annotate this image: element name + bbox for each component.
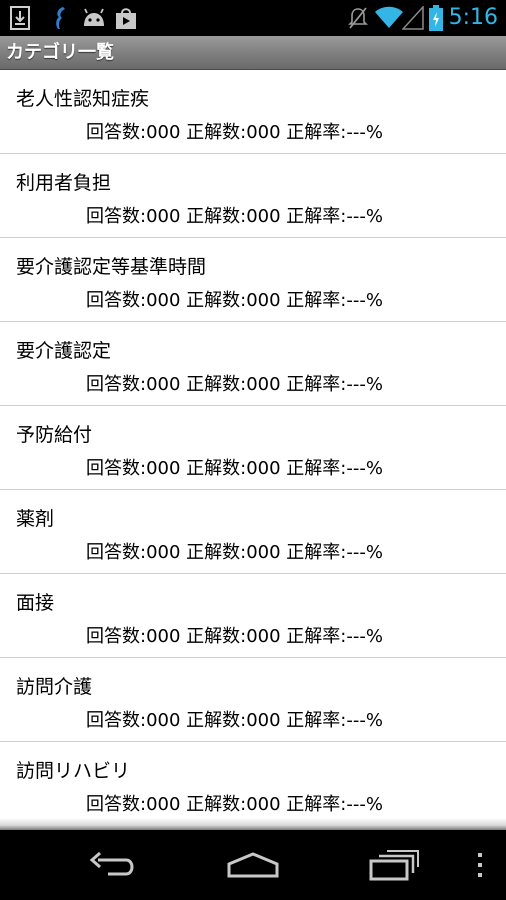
- category-stats: 回答数:000 正解数:000 正解率:---%: [86, 122, 383, 143]
- list-item[interactable]: 面接 回答数:000 正解数:000 正解率:---%: [0, 574, 506, 658]
- back-icon[interactable]: [80, 845, 144, 885]
- notification-app-icon: [48, 6, 72, 30]
- category-stats: 回答数:000 正解数:000 正解率:---%: [86, 458, 383, 479]
- wifi-icon: [374, 6, 404, 30]
- title-bar: カテゴリ一覧: [0, 36, 506, 70]
- list-edge-shadow: [0, 818, 506, 830]
- page-title: カテゴリ一覧: [6, 42, 114, 63]
- list-item[interactable]: 老人性認知症疾 回答数:000 正解数:000 正解率:---%: [0, 70, 506, 154]
- list-item[interactable]: 訪問介護 回答数:000 正解数:000 正解率:---%: [0, 658, 506, 742]
- category-stats: 回答数:000 正解数:000 正解率:---%: [86, 290, 383, 311]
- category-name: 利用者負担: [16, 172, 112, 194]
- category-name: 訪問リハビリ: [16, 760, 131, 782]
- category-name: 訪問介護: [16, 676, 93, 698]
- category-stats: 回答数:000 正解数:000 正解率:---%: [86, 374, 383, 395]
- signal-icon: [402, 6, 424, 30]
- category-name: 要介護認定: [16, 340, 112, 362]
- store-bag-icon: [114, 6, 138, 30]
- list-item[interactable]: 薬剤 回答数:000 正解数:000 正解率:---%: [0, 490, 506, 574]
- category-stats: 回答数:000 正解数:000 正解率:---%: [86, 206, 383, 227]
- category-stats: 回答数:000 正解数:000 正解率:---%: [86, 710, 383, 731]
- category-stats: 回答数:000 正解数:000 正解率:---%: [86, 794, 383, 815]
- category-list[interactable]: 老人性認知症疾 回答数:000 正解数:000 正解率:---% 利用者負担 回…: [0, 70, 506, 820]
- download-icon: [8, 6, 32, 30]
- status-time: 5:16: [448, 5, 498, 30]
- category-name: 面接: [16, 592, 55, 614]
- recent-apps-icon[interactable]: [362, 845, 426, 885]
- menu-icon[interactable]: [470, 845, 490, 885]
- home-icon[interactable]: [220, 845, 286, 885]
- category-name: 老人性認知症疾: [16, 88, 150, 110]
- list-item[interactable]: 要介護認定 回答数:000 正解数:000 正解率:---%: [0, 322, 506, 406]
- list-item[interactable]: 利用者負担 回答数:000 正解数:000 正解率:---%: [0, 154, 506, 238]
- category-stats: 回答数:000 正解数:000 正解率:---%: [86, 626, 383, 647]
- category-name: 要介護認定等基準時間: [16, 256, 207, 278]
- mute-icon: [346, 6, 370, 30]
- category-name: 薬剤: [16, 508, 55, 530]
- status-bar: 5:16: [0, 0, 506, 36]
- battery-charging-icon: [428, 5, 444, 31]
- android-icon: [80, 6, 108, 30]
- list-item[interactable]: 訪問リハビリ 回答数:000 正解数:000 正解率:---%: [0, 742, 506, 820]
- list-item[interactable]: 要介護認定等基準時間 回答数:000 正解数:000 正解率:---%: [0, 238, 506, 322]
- list-item[interactable]: 予防給付 回答数:000 正解数:000 正解率:---%: [0, 406, 506, 490]
- navigation-bar: [0, 830, 506, 900]
- category-name: 予防給付: [16, 424, 93, 446]
- category-stats: 回答数:000 正解数:000 正解率:---%: [86, 542, 383, 563]
